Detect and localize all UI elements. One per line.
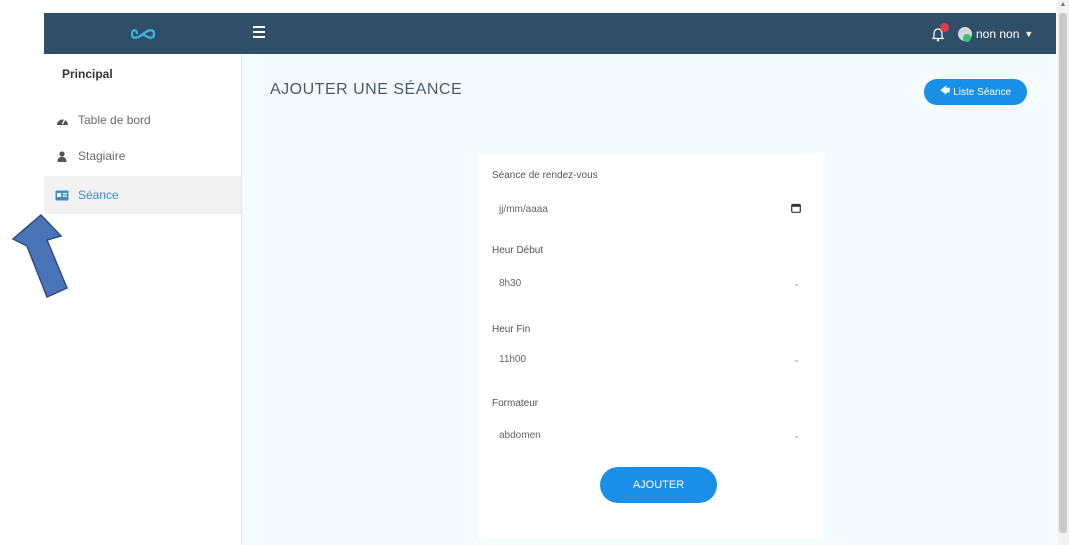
sidebar-item-dashboard[interactable]: Table de bord xyxy=(44,101,241,139)
user-icon xyxy=(55,150,69,162)
sidebar-item-label: Stagiaire xyxy=(78,149,126,163)
chevron-down-icon: ⌄ xyxy=(793,278,800,288)
list-seance-button[interactable]: 🡄 Liste Séance xyxy=(924,79,1027,105)
date-label: Séance de rendez-vous xyxy=(492,170,598,181)
top-navbar: non non ▼ xyxy=(44,13,1056,54)
online-status-dot xyxy=(963,34,971,42)
page-title: AJOUTER UNE SÉANCE xyxy=(270,81,463,98)
sidebar-item-seance[interactable]: Séance xyxy=(44,176,241,214)
arrow-left-icon: 🡄 xyxy=(939,85,951,97)
chevron-down-icon: ⌄ xyxy=(793,354,800,364)
date-placeholder: jj/mm/aaaa xyxy=(499,203,548,215)
app-logo[interactable] xyxy=(44,13,241,54)
caret-down-icon: ▼ xyxy=(1024,29,1034,39)
sidebar-item-label: Séance xyxy=(78,188,119,202)
tachometer-icon xyxy=(55,114,69,126)
submit-button[interactable]: AJOUTER xyxy=(600,467,717,503)
sidebar-item-label: Table de bord xyxy=(78,113,151,127)
user-menu[interactable]: non non ▼ xyxy=(958,23,1033,45)
main-content: AJOUTER UNE SÉANCE 🡄 Liste Séance Séance… xyxy=(242,54,1056,545)
scrollbar-thumb[interactable] xyxy=(1059,13,1067,533)
notification-bell-icon[interactable] xyxy=(932,23,949,43)
start-time-value: 8h30 xyxy=(499,277,522,289)
sidebar-heading: Principal xyxy=(62,67,113,81)
infinity-logo-icon xyxy=(130,28,155,39)
sidebar-item-stagiaire[interactable]: Stagiaire xyxy=(44,137,241,175)
avatar xyxy=(958,27,972,42)
id-card-icon xyxy=(55,189,69,201)
list-seance-label: Liste Séance xyxy=(953,86,1012,98)
start-time-label: Heur Début xyxy=(492,245,544,256)
chevron-down-icon: ⌄ xyxy=(793,430,800,440)
trainer-value: abdomen xyxy=(499,429,541,441)
calendar-icon[interactable] xyxy=(791,203,801,216)
annotation-arrow-icon xyxy=(11,213,68,299)
seance-form: Séance de rendez-vous jj/mm/aaaa Heur Dé… xyxy=(478,153,823,539)
end-time-value: 11h00 xyxy=(499,353,527,365)
user-name: non non xyxy=(976,27,1020,41)
date-input[interactable]: jj/mm/aaaa xyxy=(492,196,808,222)
sidebar: Principal Table de bord Stagiaire Séance xyxy=(44,54,242,545)
scroll-up-icon[interactable]: ▲ xyxy=(1059,1,1067,11)
trainer-label: Formateur xyxy=(492,398,539,409)
page-scrollbar[interactable]: ▲ xyxy=(1057,0,1069,545)
notification-badge xyxy=(940,23,949,32)
menu-toggle-icon[interactable] xyxy=(253,26,265,39)
start-time-select[interactable]: 8h30 ⌄ xyxy=(492,270,808,296)
end-time-label: Heur Fin xyxy=(492,324,531,335)
end-time-select[interactable]: 11h00 ⌄ xyxy=(492,346,808,372)
trainer-select[interactable]: abdomen ⌄ xyxy=(492,422,808,448)
